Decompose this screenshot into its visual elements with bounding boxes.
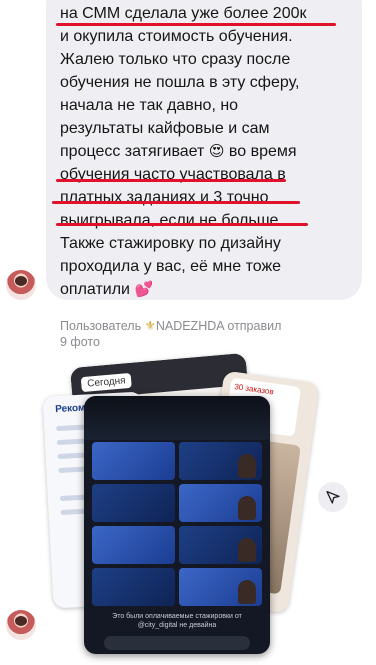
- photo-tile: [92, 484, 175, 522]
- message-line: проходила у вас, её мне тоже: [60, 258, 282, 275]
- hearts-emoji: 💕: [134, 281, 154, 298]
- sender-info: Пользователь ⚜NADEZHDA отправил 9 фото: [60, 318, 350, 350]
- message-line-with-emoji: процесс затягивает 😍 во время: [60, 140, 350, 163]
- photo-tile: [179, 568, 262, 606]
- photo-input-bar: [104, 636, 250, 650]
- message-line: начала не так давно, но: [60, 97, 239, 114]
- message-line: Также стажировку по дизайну: [60, 235, 281, 252]
- person-thumbnail: [238, 580, 256, 604]
- message-line: выигрывала, если не больше.: [60, 212, 283, 229]
- photo-tile: [179, 484, 262, 522]
- message-line: результаты кайфовые и сам: [60, 120, 270, 137]
- message-line: и окупила стоимость обучения.: [60, 28, 293, 45]
- person-thumbnail: [238, 496, 256, 520]
- share-button[interactable]: [318, 482, 348, 512]
- person-thumbnail: [238, 538, 256, 562]
- photo-header: [84, 396, 270, 440]
- message-line-with-emoji: оплатили 💕: [60, 278, 350, 301]
- fleur-icon: ⚜: [144, 319, 156, 333]
- highlight-underline: [56, 223, 308, 226]
- sender-action: отправил: [227, 319, 282, 333]
- message-line: на СММ сделала уже более 200к: [60, 5, 307, 22]
- photo-front[interactable]: Это были оплачиваемые стажировки от @cit…: [84, 396, 270, 654]
- photo-tile: [92, 442, 175, 480]
- photo-caption-sub: @city_digital не девайна: [137, 622, 217, 629]
- sender-prefix: Пользователь: [60, 319, 142, 333]
- sender-name: NADEZHDA: [155, 319, 224, 333]
- photo-tile: [92, 568, 175, 606]
- photo-caption: Это были оплачиваемые стажировки от: [112, 613, 242, 620]
- message-line: платных заданиях и 3 точно: [60, 189, 269, 206]
- avatar[interactable]: [6, 270, 36, 300]
- person-thumbnail: [238, 454, 256, 478]
- highlight-underline: [52, 201, 300, 204]
- message-line: обучения не пошла в эту сферу,: [60, 74, 300, 91]
- message-line-text: оплатили: [60, 281, 130, 298]
- message-line-tail: во время: [228, 143, 297, 160]
- photo-tile: [92, 526, 175, 564]
- message-text: на СММ сделала уже более 200к и окупила …: [60, 2, 350, 301]
- message-line: Жалею только что сразу после: [60, 51, 291, 68]
- photo-count: 9 фото: [60, 335, 100, 349]
- message-line: обучения часто участвовала в: [60, 166, 286, 183]
- avatar[interactable]: [6, 610, 36, 640]
- highlight-underline: [56, 23, 336, 26]
- highlight-underline: [56, 179, 286, 182]
- heart-eyes-emoji: 😍: [208, 143, 225, 160]
- photo-grid: [92, 442, 262, 606]
- share-icon: [326, 491, 340, 504]
- photo-tile: [179, 442, 262, 480]
- photo-tile: [179, 526, 262, 564]
- message-line-text: процесс затягивает: [60, 143, 205, 160]
